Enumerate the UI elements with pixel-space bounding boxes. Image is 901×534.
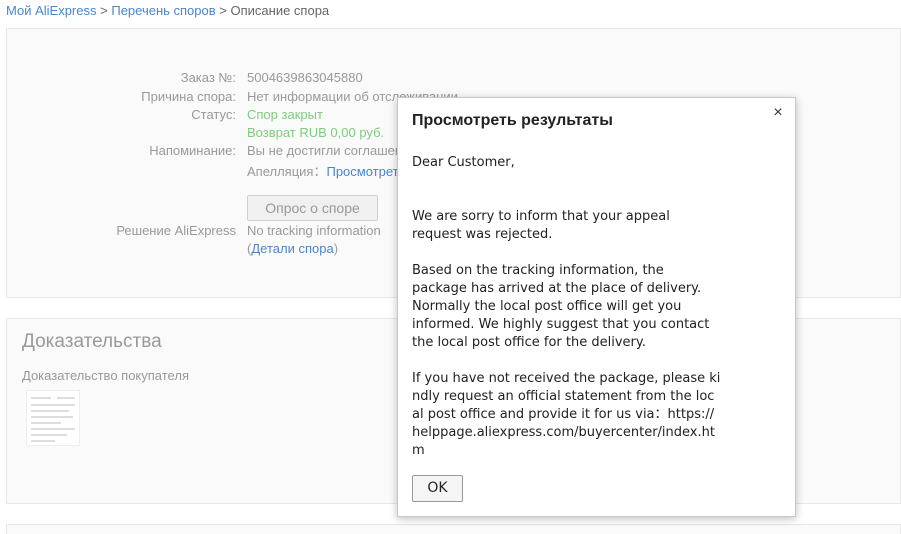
- status-value: Спор закрыт: [247, 107, 323, 122]
- dialog-title: Просмотреть результаты: [412, 112, 613, 129]
- reason-label: Причина спора:: [141, 89, 236, 104]
- breadcrumb-my-aliexpress[interactable]: Мой AliExpress: [6, 3, 97, 18]
- decision-value: No tracking information: [247, 223, 381, 238]
- breadcrumb: Мой AliExpress > Перечень споров > Описа…: [6, 3, 329, 18]
- order-label: Заказ №:: [180, 70, 236, 85]
- details-row: (Детали спора): [247, 241, 338, 256]
- buyer-evidence-label: Доказательство покупателя: [22, 368, 189, 383]
- dialog-paragraph-1: We are sorry to inform that your appeal …: [412, 209, 670, 242]
- ok-button[interactable]: OK: [412, 475, 463, 502]
- close-icon[interactable]: ×: [771, 104, 785, 122]
- refund-value: Возврат RUB 0,00 руб.: [247, 125, 385, 140]
- dialog-message[interactable]: Dear Customer, We are sorry to inform th…: [412, 154, 722, 454]
- status-label: Статус:: [191, 107, 236, 122]
- dialog-paragraph-3: If you have not received the package, pl…: [412, 371, 721, 454]
- evidence-title: Доказательства: [22, 331, 162, 352]
- breadcrumb-dispute-list[interactable]: Перечень споров: [111, 3, 215, 18]
- bottom-panel: [6, 524, 901, 534]
- dialog-greeting: Dear Customer,: [412, 155, 515, 170]
- breadcrumb-separator: >: [219, 3, 227, 18]
- details-close-paren: ): [333, 241, 339, 256]
- appeal-label: Апелляция：: [247, 164, 327, 179]
- decision-label: Решение AliExpress: [116, 223, 236, 238]
- reminder-label: Напоминание:: [149, 143, 236, 158]
- dispute-details-link[interactable]: Детали спора: [251, 241, 333, 256]
- breadcrumb-current: Описание спора: [230, 3, 330, 18]
- dialog-paragraph-2: Based on the tracking information, the p…: [412, 263, 710, 350]
- order-value: 5004639863045880: [247, 70, 363, 85]
- dispute-survey-button[interactable]: Опрос о споре: [247, 195, 378, 221]
- evidence-thumbnail[interactable]: [26, 390, 80, 446]
- appeal-results-dialog: Просмотреть результаты × Dear Customer, …: [397, 97, 796, 517]
- breadcrumb-separator: >: [100, 3, 108, 18]
